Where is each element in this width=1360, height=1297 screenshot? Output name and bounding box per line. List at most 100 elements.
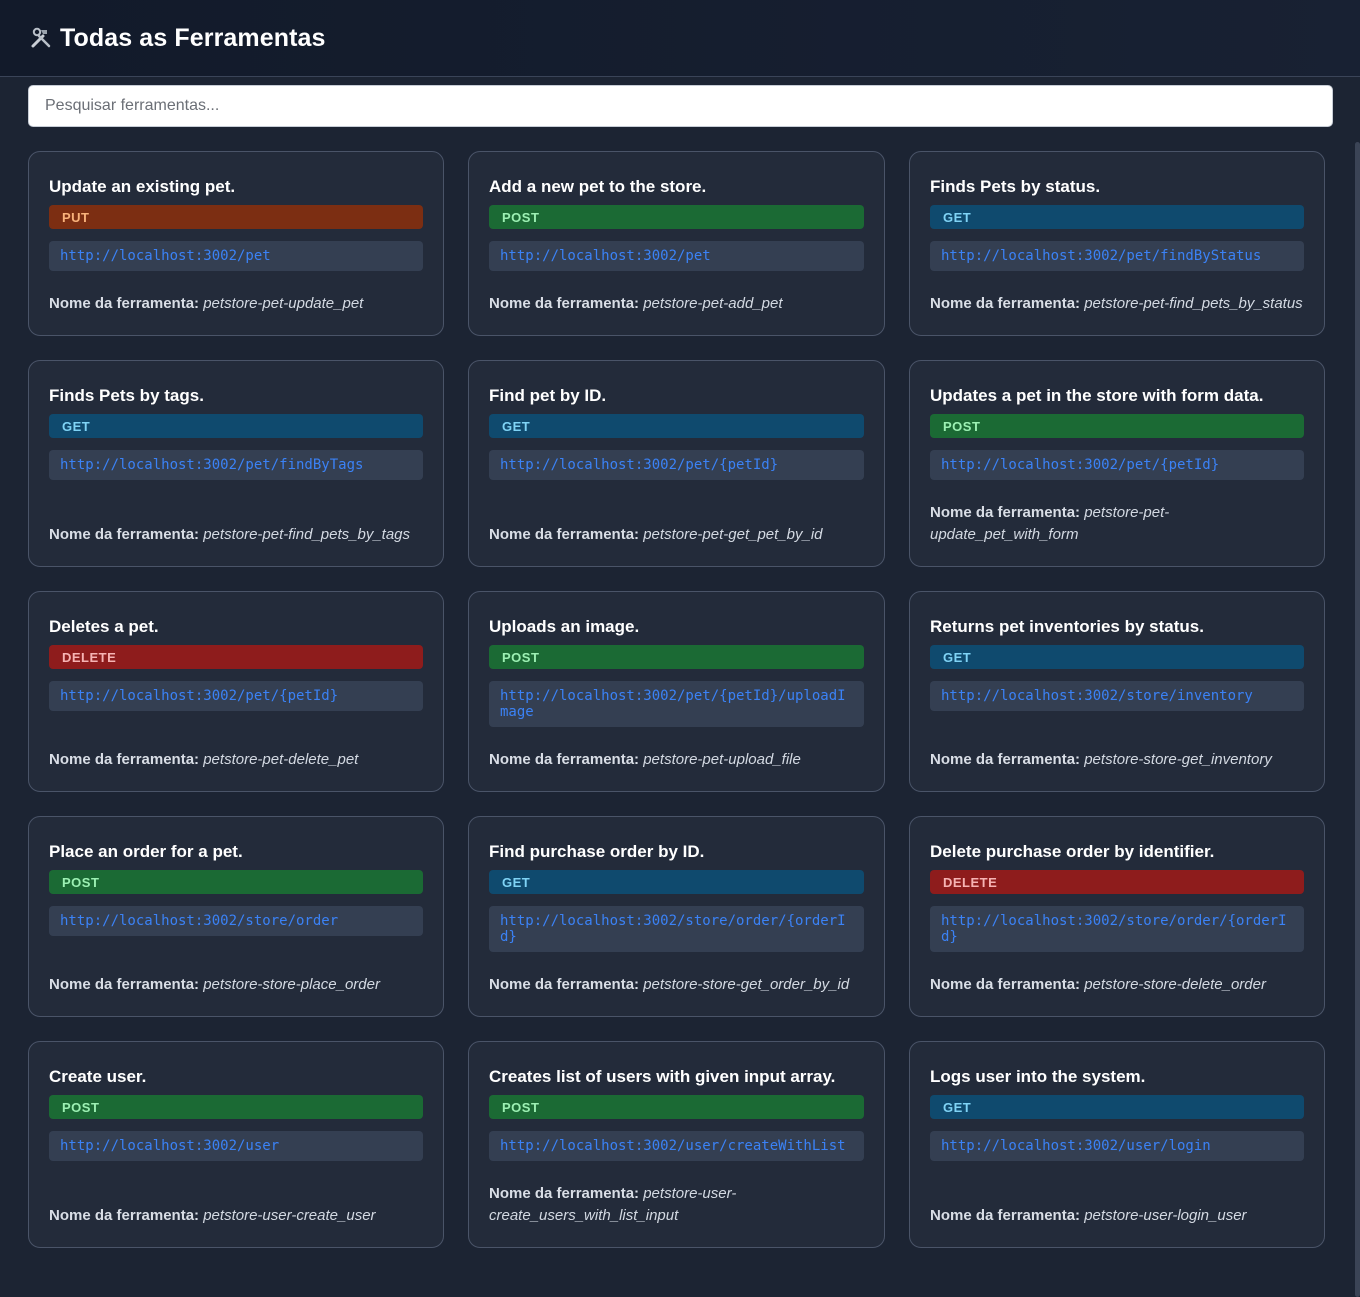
tool-name-line: Nome da ferramenta: petstore-store-get_o…	[489, 974, 864, 996]
tool-name-line: Nome da ferramenta: petstore-pet-find_pe…	[930, 293, 1304, 315]
page-header: Todas as Ferramentas	[0, 0, 1360, 77]
tool-name-label: Nome da ferramenta:	[489, 976, 640, 993]
tool-name-value: petstore-pet-update_pet	[203, 295, 364, 312]
tool-name-value: petstore-pet-delete_pet	[203, 751, 359, 768]
tool-title: Place an order for a pet.	[49, 842, 243, 861]
tool-title: Find pet by ID.	[489, 386, 607, 405]
endpoint-url: http://localhost:3002/store/order	[49, 906, 423, 936]
method-badge: GET	[49, 414, 423, 438]
tool-title: Delete purchase order by identifier.	[930, 842, 1215, 861]
tool-name-value: petstore-pet-find_pets_by_tags	[203, 526, 411, 543]
vertical-scrollbar[interactable]	[1355, 142, 1360, 1297]
tool-name-value: petstore-pet-add_pet	[643, 295, 783, 312]
method-badge: GET	[930, 645, 1304, 669]
method-badge: DELETE	[49, 645, 423, 669]
tool-card[interactable]: Update an existing pet. PUT http://localho…	[28, 151, 444, 336]
tool-card[interactable]: Add a new pet to the store. POST http://lo…	[468, 151, 885, 336]
tool-name-line: Nome da ferramenta: petstore-store-delet…	[930, 974, 1304, 996]
tool-title: Update an existing pet.	[49, 177, 236, 196]
tool-name-line: Nome da ferramenta: petstore-pet-add_pet	[489, 293, 864, 315]
tool-card[interactable]: Create user. POST http://localhost:3002/us…	[28, 1041, 444, 1248]
endpoint-url: http://localhost:3002/pet	[49, 241, 423, 271]
tool-name-label: Nome da ferramenta:	[930, 504, 1081, 521]
method-badge: GET	[930, 205, 1304, 229]
tool-card[interactable]: Creates list of users with given input a…	[468, 1041, 885, 1248]
tool-name-value: petstore-user-create_user	[203, 1207, 376, 1224]
tool-name-line: Nome da ferramenta: petstore-pet-delete_…	[49, 749, 423, 771]
tool-title: Logs user into the system.	[930, 1067, 1146, 1086]
tool-name-line: Nome da ferramenta: petstore-pet-update_…	[49, 293, 423, 315]
tool-card[interactable]: Updates a pet in the store with form dat…	[909, 360, 1325, 567]
tool-name-value: petstore-user-login_user	[1084, 1207, 1247, 1224]
tool-title: Creates list of users with given input a…	[489, 1067, 836, 1086]
tool-card[interactable]: Finds Pets by status. GET http://localhost…	[909, 151, 1325, 336]
tools-grid: Update an existing pet. PUT http://localho…	[28, 151, 1326, 1248]
endpoint-url: http://localhost:3002/pet/{petId}	[930, 450, 1304, 480]
endpoint-url: http://localhost:3002/pet/{petId}/upload…	[489, 681, 864, 727]
tool-card[interactable]: Place an order for a pet. POST http://loca…	[28, 816, 444, 1017]
tool-title: Add a new pet to the store.	[489, 177, 707, 196]
tool-card[interactable]: Logs user into the system. GET http://loca…	[909, 1041, 1325, 1248]
tool-name-line: Nome da ferramenta: petstore-store-get_i…	[930, 749, 1304, 771]
endpoint-url: http://localhost:3002/pet/findByTags	[49, 450, 423, 480]
endpoint-url: http://localhost:3002/user/createWithLis…	[489, 1131, 864, 1161]
method-badge: PUT	[49, 205, 423, 229]
tool-name-label: Nome da ferramenta:	[930, 1207, 1081, 1224]
tool-title: Uploads an image.	[489, 617, 640, 636]
method-badge: GET	[489, 414, 864, 438]
tool-name-value: petstore-store-place_order	[203, 976, 380, 993]
endpoint-url: http://localhost:3002/store/inventory	[930, 681, 1304, 711]
endpoint-url: http://localhost:3002/pet/{petId}	[489, 450, 864, 480]
tool-title: Deletes a pet.	[49, 617, 159, 636]
tool-name-label: Nome da ferramenta:	[930, 295, 1081, 312]
tool-name-label: Nome da ferramenta:	[489, 526, 640, 543]
tool-title: Create user.	[49, 1067, 147, 1086]
tool-card[interactable]: Returns pet inventories by status. GET htt…	[909, 591, 1325, 792]
hammer-wrench-icon	[28, 25, 54, 51]
method-badge: DELETE	[930, 870, 1304, 894]
tool-name-label: Nome da ferramenta:	[489, 751, 640, 768]
endpoint-url: http://localhost:3002/user	[49, 1131, 423, 1161]
page-title: Todas as Ferramentas	[60, 23, 326, 52]
tool-name-line: Nome da ferramenta: petstore-user-create…	[489, 1183, 864, 1227]
tool-name-label: Nome da ferramenta:	[49, 976, 200, 993]
search-input[interactable]	[28, 85, 1333, 127]
tool-name-value: petstore-store-delete_order	[1084, 976, 1266, 993]
method-badge: POST	[489, 1095, 864, 1119]
method-badge: POST	[49, 870, 423, 894]
tools-container: Update an existing pet. PUT http://localho…	[28, 151, 1326, 1248]
tool-name-label: Nome da ferramenta:	[49, 295, 200, 312]
tool-name-value: petstore-store-get_inventory	[1084, 751, 1272, 768]
tool-name-value: petstore-pet-upload_file	[643, 751, 801, 768]
method-badge: POST	[49, 1095, 423, 1119]
endpoint-url: http://localhost:3002/pet/findByStatus	[930, 241, 1304, 271]
tool-name-value: petstore-store-get_order_by_id	[643, 976, 850, 993]
endpoint-url: http://localhost:3002/store/order/{order…	[489, 906, 864, 952]
tool-card[interactable]: Delete purchase order by identifier. DELE…	[909, 816, 1325, 1017]
tool-name-label: Nome da ferramenta:	[489, 1185, 640, 1202]
tool-title: Finds Pets by status.	[930, 177, 1101, 196]
method-badge: POST	[930, 414, 1304, 438]
tool-card[interactable]: Uploads an image. POST http://localhost:30…	[468, 591, 885, 792]
tool-name-line: Nome da ferramenta: petstore-pet-find_pe…	[49, 524, 423, 546]
tool-name-label: Nome da ferramenta:	[49, 526, 200, 543]
tool-name-line: Nome da ferramenta: petstore-pet-get_pet…	[489, 524, 864, 546]
endpoint-url: http://localhost:3002/pet	[489, 241, 864, 271]
tool-name-value: petstore-pet-find_pets_by_status	[1084, 295, 1303, 312]
endpoint-url: http://localhost:3002/store/order/{order…	[930, 906, 1304, 952]
tool-card[interactable]: Find purchase order by ID. GET http://loca…	[468, 816, 885, 1017]
tool-name-label: Nome da ferramenta:	[49, 1207, 200, 1224]
endpoint-url: http://localhost:3002/pet/{petId}	[49, 681, 423, 711]
tool-card[interactable]: Deletes a pet. DELETE http://localhost:300…	[28, 591, 444, 792]
tool-card[interactable]: Find pet by ID. GET http://localhost:3002/…	[468, 360, 885, 567]
tool-card[interactable]: Finds Pets by tags. GET http://localhost:3…	[28, 360, 444, 567]
tool-name-line: Nome da ferramenta: petstore-pet-update_…	[930, 502, 1304, 546]
tool-name-label: Nome da ferramenta:	[930, 976, 1081, 993]
tool-name-label: Nome da ferramenta:	[930, 751, 1081, 768]
tool-name-line: Nome da ferramenta: petstore-user-login_…	[930, 1205, 1304, 1227]
tool-name-line: Nome da ferramenta: petstore-user-create…	[49, 1205, 423, 1227]
tool-name-value: petstore-pet-get_pet_by_id	[643, 526, 823, 543]
endpoint-url: http://localhost:3002/user/login	[930, 1131, 1304, 1161]
tool-name-label: Nome da ferramenta:	[49, 751, 200, 768]
tool-title: Find purchase order by ID.	[489, 842, 705, 861]
